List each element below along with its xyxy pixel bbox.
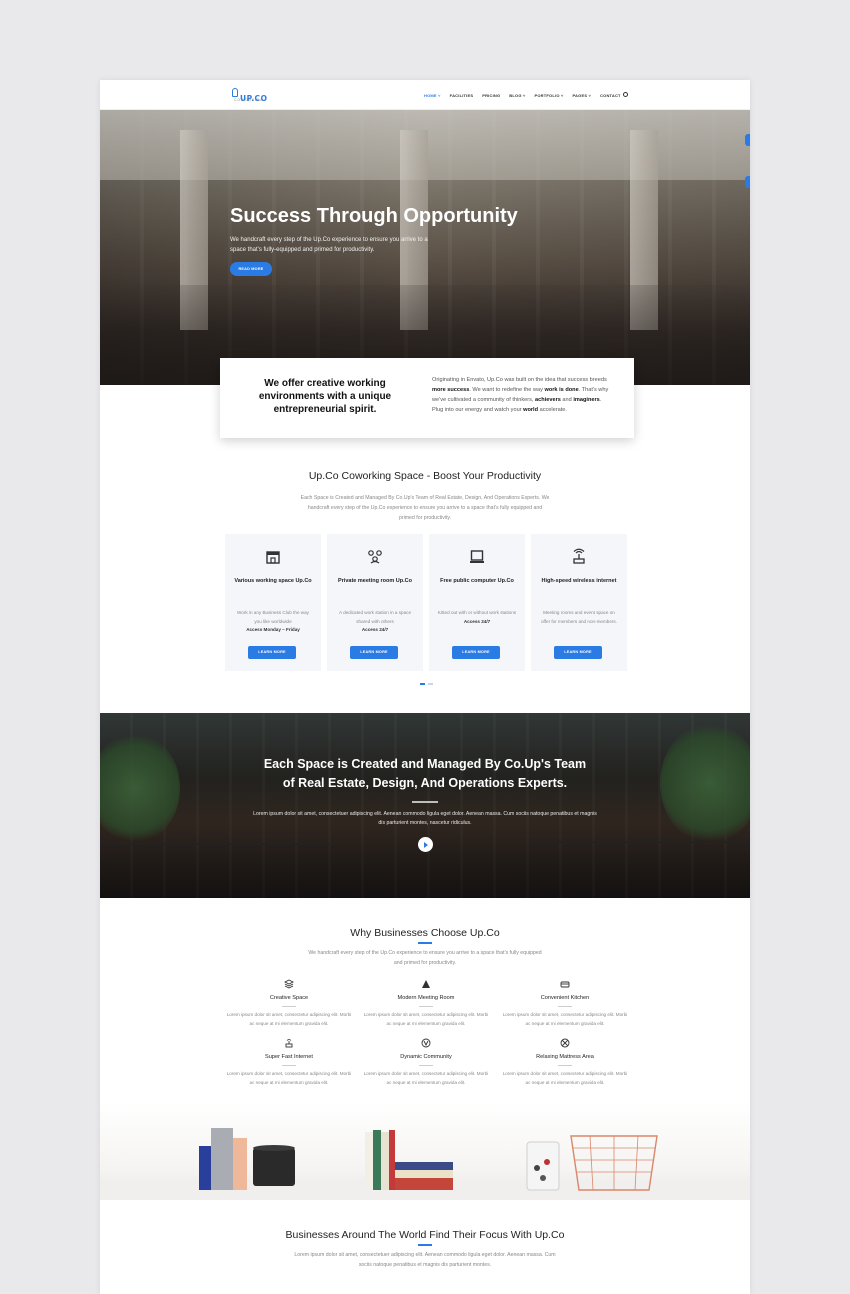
learn-more-button[interactable]: LEARN MORE [350,646,398,659]
slider-next-arrow[interactable] [745,176,750,188]
feature-divider [282,1006,296,1007]
nav-item-pages[interactable]: PAGES ˅ [572,93,591,98]
hero-section: Success Through Opportunity We handcraft… [100,110,750,385]
laptop-icon [468,548,486,566]
feature-title: Convenient Kitchen [540,995,590,1001]
learn-more-button[interactable]: LEARN MORE [452,646,500,659]
feature-text: Lorem ipsum dolor sit amet, consectetur … [502,1012,628,1026]
why-title: Why Businesses Choose Up.Co [350,927,500,939]
card-text: Meeting rooms and event space on offer f… [541,610,617,624]
feature-text: Lorem ipsum dolor sit amet, consectetur … [226,1071,352,1085]
kitchen-icon [500,979,630,991]
card-title: High-speed wireless internet [541,578,617,584]
hero-title: Success Through Opportunity [230,205,518,227]
service-cards: Various working space Up.Co Work in any … [225,534,630,671]
feature-text: Lorem ipsum dolor sit amet, consectetur … [502,1071,628,1085]
feature-title: Creative Space [269,995,309,1001]
service-card: High-speed wireless internet Meeting roo… [531,534,627,671]
feature-item: Relaxing Mattress Area Lorem ipsum dolor… [500,1038,630,1087]
slider-prev-arrow[interactable] [745,134,750,146]
feature-divider [282,1065,296,1066]
layers-icon [224,979,354,991]
building-icon [361,979,491,991]
world-title: Businesses Around The World Find Their F… [285,1229,565,1241]
feature-item: Super Fast Internet Lorem ipsum dolor si… [224,1038,354,1087]
carousel-dot[interactable] [428,683,433,685]
world-subtitle: Lorem ipsum dolor sit amet, consectetuer… [294,1252,556,1268]
logo-mark-icon [232,88,238,97]
why-subtitle: We handcraft every step of the Up.Co exp… [308,950,542,966]
service-card: Free public computer Up.Co Kitted out wi… [429,534,525,671]
nav-item-facilities[interactable]: FACILITIES [450,93,474,98]
service-card: Various working space Up.Co Work in any … [225,534,321,671]
main-nav: HOME ˅ FACILITIES PRICING BLOG ˅ PORTFOL… [424,93,621,98]
feature-text: Lorem ipsum dolor sit amet, consectetur … [363,1012,489,1026]
card-text: Work in any Business Club the way you li… [237,610,309,632]
play-video-button[interactable] [418,837,433,852]
banner-text: Lorem ipsum dolor sit amet, consectetuer… [253,811,597,826]
logo-subtext: COWORKING [234,98,264,102]
feature-title: Relaxing Mattress Area [536,1054,594,1060]
productivity-subtitle: Each Space is Created and Managed By Co.… [300,495,550,521]
community-icon [361,1038,491,1050]
feature-title: Super Fast Internet [265,1054,313,1060]
wifi-icon [224,1038,354,1050]
card-text: Kitted out with or without work stations… [437,610,517,624]
feature-title: Dynamic Community [400,1054,452,1060]
relax-icon [500,1038,630,1050]
logo[interactable]: UP.CO COWORKING [232,88,267,106]
nav-item-contact[interactable]: CONTACT [600,93,621,98]
desk-objects-illustration [199,1128,658,1191]
router-icon [570,548,588,566]
people-icon [366,548,384,566]
card-title: Private meeting room Up.Co [338,578,412,584]
feature-item: Convenient Kitchen Lorem ipsum dolor sit… [500,979,630,1028]
nav-item-portfolio[interactable]: PORTFOLIO ˅ [535,93,564,98]
feature-item: Creative Space Lorem ipsum dolor sit ame… [224,979,354,1028]
intro-text: Originating in Envato, Up.Co was built o… [432,377,609,413]
railing-decor [530,841,750,843]
intro-title: We offer creative working environments w… [258,378,392,415]
search-icon[interactable] [623,92,628,97]
feature-divider [558,1006,572,1007]
nav-item-blog[interactable]: BLOG ˅ [509,93,525,98]
card-title: Various working space Up.Co [234,578,312,584]
page: UP.CO COWORKING HOME ˅ FACILITIES PRICIN… [100,80,750,1294]
banner-divider [412,801,438,803]
productivity-title: Up.Co Coworking Space - Boost Your Produ… [308,470,542,482]
card-title: Free public computer Up.Co [440,578,514,584]
store-icon [264,548,282,566]
carousel-dot[interactable] [420,683,425,685]
nav-item-home[interactable]: HOME ˅ [424,93,441,98]
feature-text: Lorem ipsum dolor sit amet, consectetur … [226,1012,352,1026]
world-divider [418,1244,432,1246]
nav-item-pricing[interactable]: PRICING [482,93,500,98]
banner-title: Each Space is Created and Managed By Co.… [263,757,587,790]
feature-item: Modern Meeting Room Lorem ipsum dolor si… [361,979,491,1028]
hero-text: We handcraft every step of the Up.Co exp… [230,237,428,253]
learn-more-button[interactable]: LEARN MORE [248,646,296,659]
read-more-button[interactable]: READ MORE [230,262,272,276]
card-text: A dedicated work station in a space shar… [338,610,411,632]
feature-divider [419,1006,433,1007]
feature-divider [419,1065,433,1066]
top-navbar: UP.CO COWORKING HOME ˅ FACILITIES PRICIN… [100,80,750,110]
feature-item: Dynamic Community Lorem ipsum dolor sit … [361,1038,491,1087]
service-card: Private meeting room Up.Co A dedicated w… [327,534,423,671]
why-divider [418,942,432,944]
intro-card: We offer creative working environments w… [220,358,634,438]
carousel-dots [420,683,433,685]
railing-decor [100,843,330,845]
learn-more-button[interactable]: LEARN MORE [554,646,602,659]
team-banner: Each Space is Created and Managed By Co.… [100,713,750,898]
feature-divider [558,1065,572,1066]
feature-text: Lorem ipsum dolor sit amet, consectetur … [363,1071,489,1085]
feature-title: Modern Meeting Room [397,995,455,1001]
